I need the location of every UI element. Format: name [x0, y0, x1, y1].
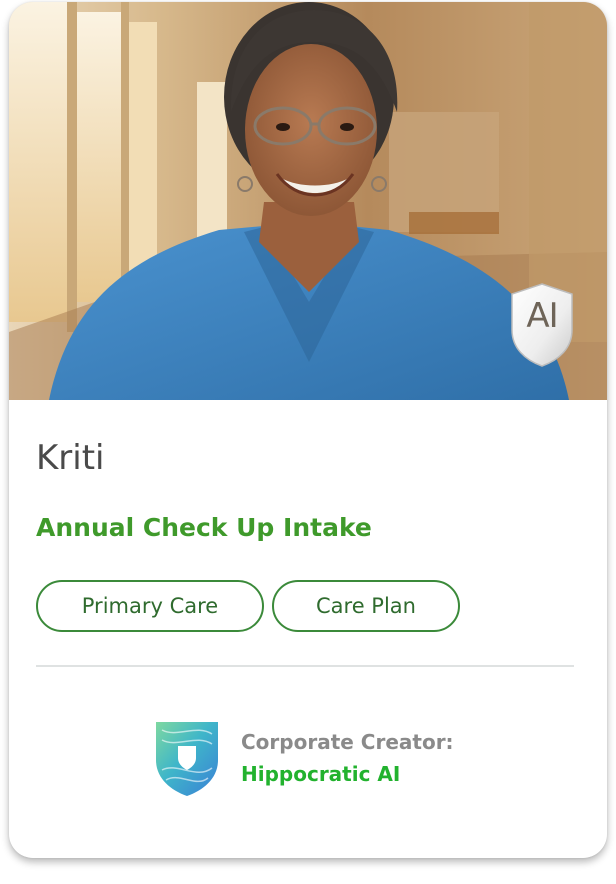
tag-primary-care[interactable]: Primary Care [36, 580, 264, 632]
creator-name[interactable]: Hippocratic AI [241, 762, 400, 786]
hippocratic-shield-icon [152, 716, 222, 798]
creator-caption: Corporate Creator: [241, 730, 454, 754]
ai-badge: AI [509, 282, 575, 368]
agent-name: Kriti [36, 438, 105, 478]
ai-badge-label: AI [526, 296, 558, 336]
agent-card[interactable]: AI Kriti Annual Check Up Intake Primary … [9, 2, 607, 858]
tag-care-plan[interactable]: Care Plan [272, 580, 460, 632]
divider [36, 665, 574, 667]
agent-role: Annual Check Up Intake [36, 513, 372, 542]
